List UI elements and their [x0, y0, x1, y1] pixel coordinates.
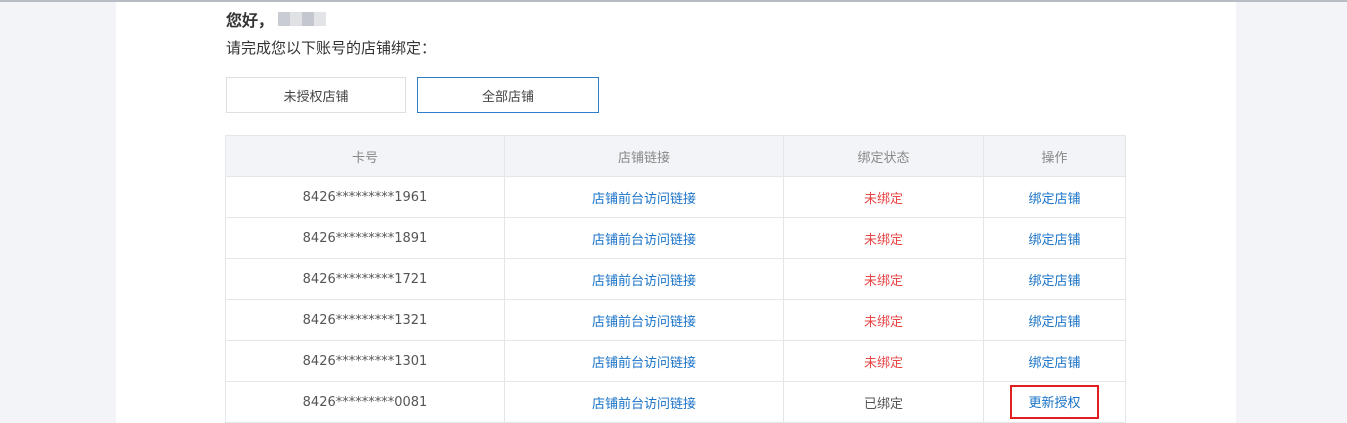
table-row: 8426*********1301 店铺前台访问链接 未绑定 绑定店铺 — [225, 340, 1126, 382]
table-row: 8426*********0081 店铺前台访问链接 已绑定 更新授权 — [225, 381, 1126, 423]
table-row: 8426*********1891 店铺前台访问链接 未绑定 绑定店铺 — [225, 217, 1126, 259]
header-card-number: 卡号 — [225, 135, 505, 177]
card-number: 8426*********1301 — [225, 340, 505, 382]
shop-link[interactable]: 店铺前台访问链接 — [504, 176, 784, 218]
shop-link[interactable]: 店铺前台访问链接 — [504, 258, 784, 300]
tab-all-shops[interactable]: 全部店铺 — [417, 77, 599, 113]
greeting: 您好， — [226, 9, 327, 30]
shop-link[interactable]: 店铺前台访问链接 — [504, 381, 784, 423]
bind-shop-button[interactable]: 绑定店铺 — [983, 176, 1126, 218]
status-badge: 未绑定 — [783, 176, 984, 218]
card-number: 8426*********1721 — [225, 258, 505, 300]
status-badge: 已绑定 — [783, 381, 984, 423]
instruction-text: 请完成您以下账号的店铺绑定： — [226, 39, 437, 57]
header-shop-link: 店铺链接 — [504, 135, 784, 177]
shop-link[interactable]: 店铺前台访问链接 — [504, 217, 784, 259]
tab-unauthorized-shops[interactable]: 未授权店铺 — [226, 77, 406, 113]
table-row: 8426*********1321 店铺前台访问链接 未绑定 绑定店铺 — [225, 299, 1126, 341]
bind-shop-button[interactable]: 绑定店铺 — [983, 258, 1126, 300]
update-authorization-button[interactable]: 更新授权 — [1010, 385, 1099, 419]
shop-binding-table: 卡号 店铺链接 绑定状态 操作 8426*********1961 店铺前台访问… — [225, 135, 1126, 423]
bind-shop-button[interactable]: 绑定店铺 — [983, 217, 1126, 259]
status-badge: 未绑定 — [783, 258, 984, 300]
greeting-text: 您好， — [226, 11, 275, 30]
card-number: 8426*********1891 — [225, 217, 505, 259]
table-header-row: 卡号 店铺链接 绑定状态 操作 — [225, 135, 1126, 177]
status-badge: 未绑定 — [783, 217, 984, 259]
header-bind-status: 绑定状态 — [783, 135, 984, 177]
header-action: 操作 — [983, 135, 1126, 177]
table-row: 8426*********1961 店铺前台访问链接 未绑定 绑定店铺 — [225, 176, 1126, 218]
table-row: 8426*********1721 店铺前台访问链接 未绑定 绑定店铺 — [225, 258, 1126, 300]
status-badge: 未绑定 — [783, 340, 984, 382]
bind-shop-button[interactable]: 绑定店铺 — [983, 299, 1126, 341]
masked-username — [278, 12, 327, 26]
bind-shop-button[interactable]: 绑定店铺 — [983, 340, 1126, 382]
shop-link[interactable]: 店铺前台访问链接 — [504, 299, 784, 341]
update-auth-cell: 更新授权 — [983, 381, 1126, 423]
card-number: 8426*********0081 — [225, 381, 505, 423]
card-number: 8426*********1961 — [225, 176, 505, 218]
status-badge: 未绑定 — [783, 299, 984, 341]
card-number: 8426*********1321 — [225, 299, 505, 341]
shop-link[interactable]: 店铺前台访问链接 — [504, 340, 784, 382]
